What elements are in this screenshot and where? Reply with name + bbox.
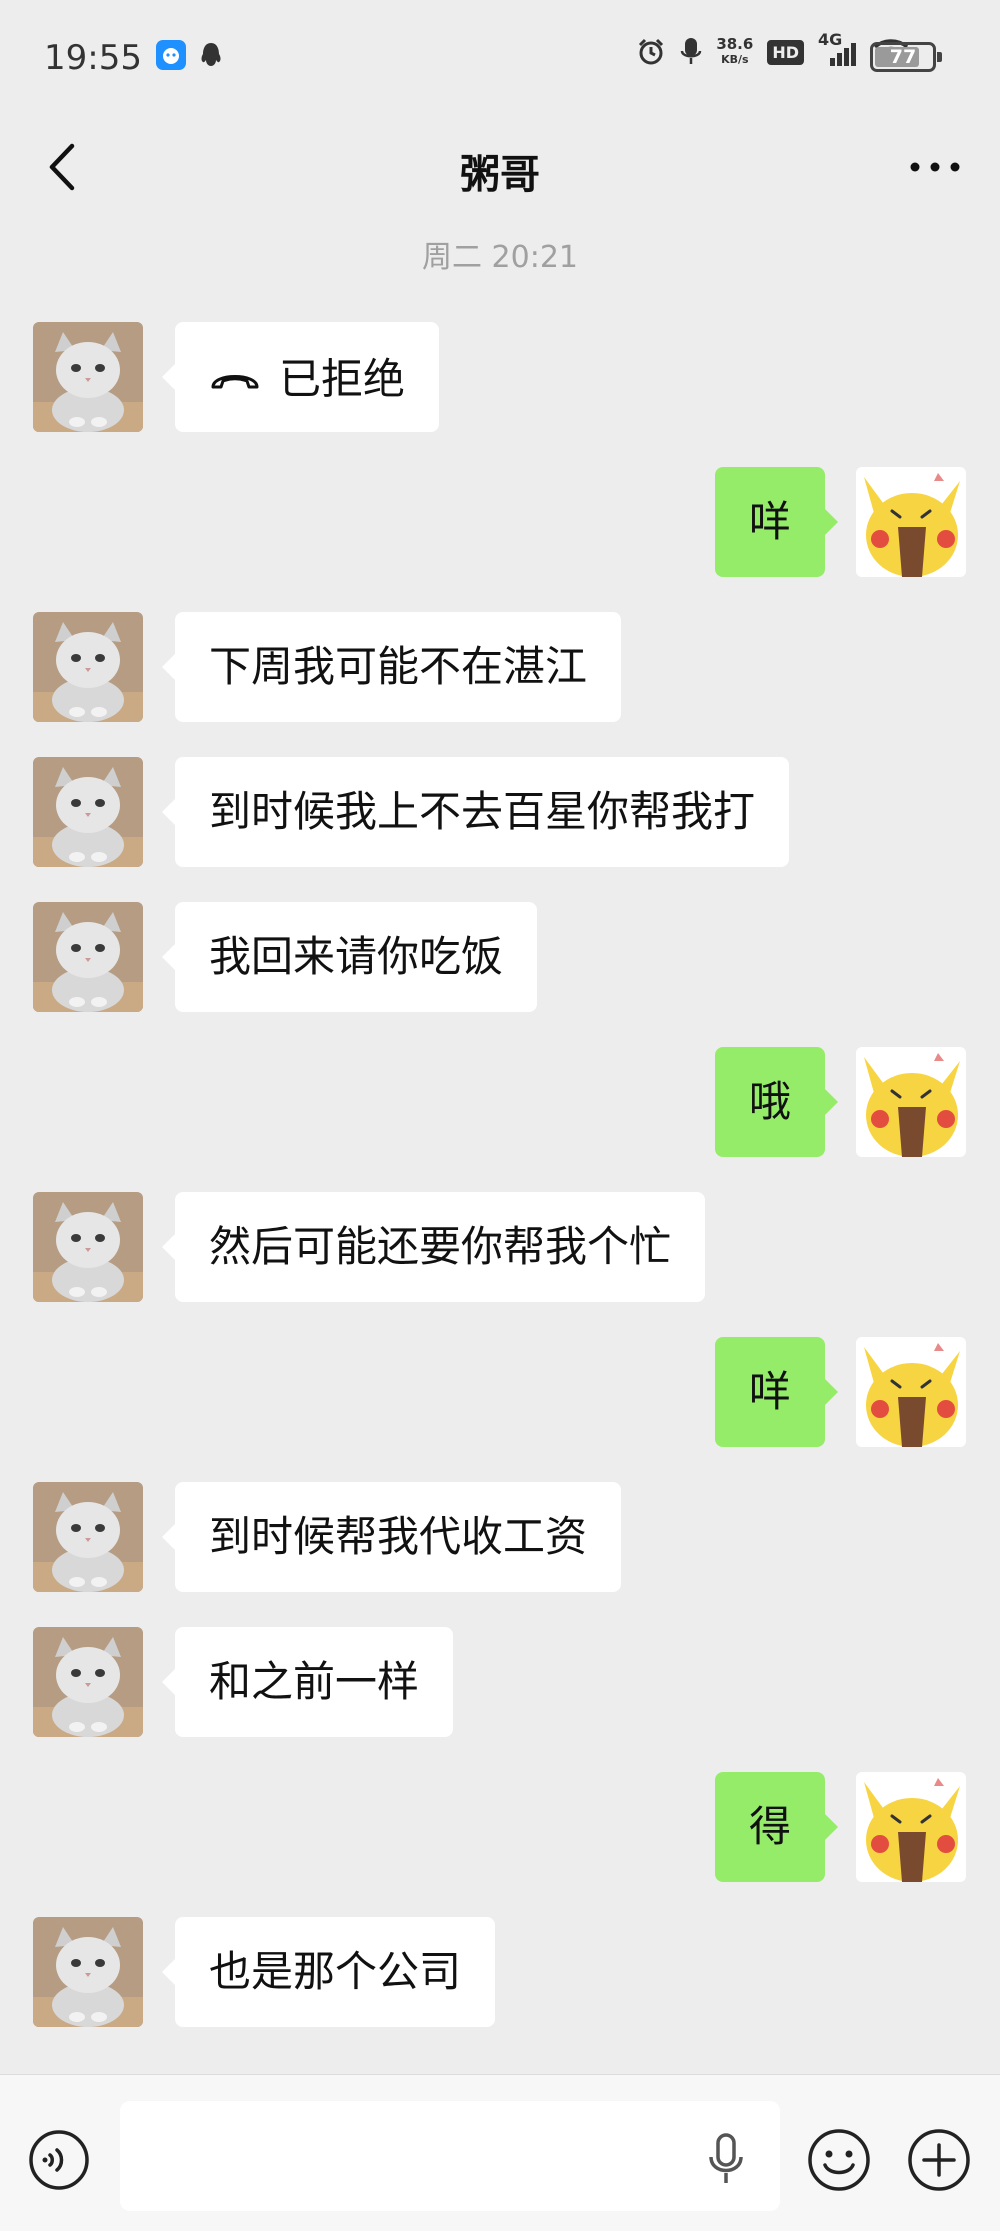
message-bubble[interactable]: 到时候我上不去百星你帮我打 [161, 757, 790, 867]
incoming-message: 到时候我上不去百星你帮我打 [0, 757, 1000, 867]
message-text: 到时候帮我代收工资 [209, 1512, 588, 1561]
smiley-icon [808, 2129, 870, 2191]
message-bubble[interactable]: 我回来请你吃饭 [161, 902, 538, 1012]
incoming-message: 已拒绝 [0, 322, 1000, 432]
message-text: 咩 [748, 497, 791, 546]
incoming-message: 和之前一样 [0, 1627, 1000, 1737]
net-speed-value: 38.6 [716, 35, 754, 53]
contact-avatar[interactable] [33, 612, 143, 722]
voice-input-button[interactable] [28, 2129, 90, 2191]
battery-icon: 77 [870, 42, 942, 72]
status-time: 19:55 [44, 38, 142, 78]
net-speed-unit: KB/s [721, 53, 749, 66]
signal-icon: 4G [818, 30, 858, 68]
voice-icon [29, 2130, 89, 2190]
message-timestamp: 周二 20:21 [422, 240, 578, 275]
message-bubble[interactable]: 得 [714, 1772, 839, 1882]
contact-avatar[interactable] [33, 757, 143, 867]
declined-call-icon [211, 374, 259, 388]
battery-level: 77 [889, 46, 917, 68]
outgoing-message: 得 [0, 1772, 1000, 1882]
outgoing-message: 咩 [0, 1337, 1000, 1447]
message-bubble[interactable]: 然后可能还要你帮我个忙 [161, 1192, 706, 1302]
message-text: 下周我可能不在湛江 [209, 642, 588, 691]
message-text: 我回来请你吃饭 [209, 932, 504, 981]
call-record-bubble[interactable]: 已拒绝 [161, 322, 440, 432]
message-text: 得 [748, 1802, 791, 1851]
alarm-icon [639, 38, 664, 65]
contact-avatar[interactable] [33, 322, 143, 432]
message-bubble[interactable]: 也是那个公司 [161, 1917, 496, 2027]
emoji-button[interactable] [806, 2127, 872, 2193]
my-avatar[interactable] [856, 1047, 966, 1157]
microphone-icon[interactable] [706, 2131, 746, 2187]
message-bubble[interactable]: 下周我可能不在湛江 [161, 612, 622, 722]
outgoing-message: 咩 [0, 467, 1000, 577]
more-functions-button[interactable] [906, 2127, 972, 2193]
message-bubble[interactable]: 哦 [714, 1047, 839, 1157]
more-dots-icon [910, 162, 960, 172]
incoming-message: 到时候帮我代收工资 [0, 1482, 1000, 1592]
message-bubble[interactable]: 和之前一样 [161, 1627, 454, 1737]
message-text: 哦 [748, 1077, 791, 1126]
incoming-message: 我回来请你吃饭 [0, 902, 1000, 1012]
my-avatar[interactable] [856, 1337, 966, 1447]
more-options-button[interactable] [908, 152, 962, 182]
net-speed: 38.6 KB/s [716, 37, 753, 67]
status-bar: 19:55 38.6 KB/s HD 4G 77 [0, 0, 1000, 118]
message-bubble[interactable]: 到时候帮我代收工资 [161, 1482, 622, 1592]
input-bar [0, 2074, 1000, 2231]
my-avatar[interactable] [856, 467, 966, 577]
hd-badge: HD [767, 39, 804, 65]
incoming-message: 然后可能还要你帮我个忙 [0, 1192, 1000, 1302]
message-input[interactable] [120, 2101, 780, 2211]
message-text: 然后可能还要你帮我个忙 [209, 1222, 672, 1271]
incoming-message: 也是那个公司 [0, 1917, 1000, 2027]
chat-title: 粥哥 [460, 152, 540, 198]
contact-avatar[interactable] [33, 1627, 143, 1737]
message-bubble[interactable]: 咩 [714, 467, 839, 577]
message-bubble[interactable]: 咩 [714, 1337, 839, 1447]
status-icons: 38.6 KB/s HD 4G [636, 30, 910, 68]
microphone-status-icon [681, 38, 702, 64]
qq-icon [196, 40, 226, 70]
contact-avatar[interactable] [33, 902, 143, 1012]
message-text: 到时候我上不去百星你帮我打 [209, 787, 756, 836]
app-notification-icon [156, 40, 186, 70]
incoming-message: 下周我可能不在湛江 [0, 612, 1000, 722]
outgoing-message: 哦 [0, 1047, 1000, 1157]
contact-avatar[interactable] [33, 1917, 143, 2027]
call-status-label: 已拒绝 [279, 354, 406, 404]
message-text: 和之前一样 [209, 1657, 420, 1706]
plus-icon [908, 2129, 970, 2191]
message-text: 也是那个公司 [209, 1947, 462, 1996]
contact-avatar[interactable] [33, 1482, 143, 1592]
message-text: 咩 [748, 1367, 791, 1416]
contact-avatar[interactable] [33, 1192, 143, 1302]
my-avatar[interactable] [856, 1772, 966, 1882]
